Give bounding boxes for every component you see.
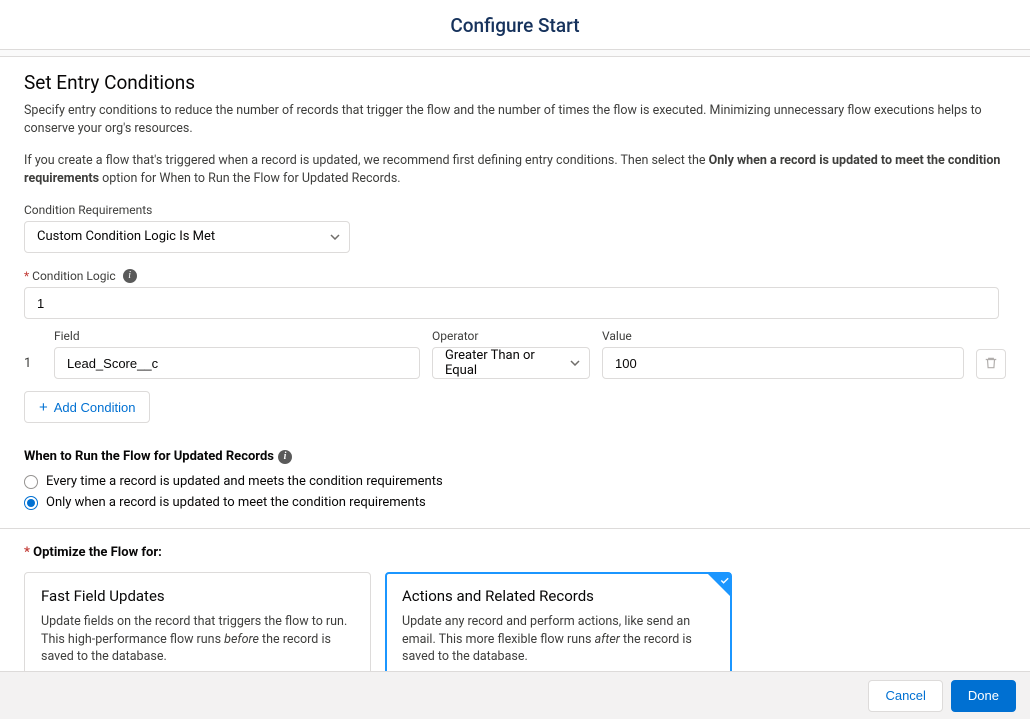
delete-condition-button[interactable] [976,349,1006,379]
when-to-run-option-2-label: Only when a record is updated to meet th… [46,495,426,510]
section-description-2: If you create a flow that's triggered wh… [24,152,1006,188]
condition-field-input[interactable] [54,347,420,379]
optimize-label-text: Optimize the Flow for: [33,545,162,560]
when-to-run-option-2-radio[interactable] [24,496,38,510]
section-title: Set Entry Conditions [24,71,1006,94]
value-label: Value [602,329,964,343]
condition-operator-value: Greater Than or Equal [445,348,561,378]
plus-icon: + [39,399,48,416]
optimize-card-actions-related-records[interactable]: Actions and Related Records Update any r… [385,572,732,671]
optimize-card-fast-field-updates[interactable]: Fast Field Updates Update fields on the … [24,572,371,671]
card1-desc: Update fields on the record that trigger… [41,613,354,666]
info-icon[interactable]: i [123,269,137,283]
when-to-run-option-1-radio[interactable] [24,475,38,489]
modal-footer: Cancel Done [0,671,1030,719]
info-icon[interactable]: i [278,450,292,464]
cancel-button[interactable]: Cancel [868,680,942,712]
header-divider [0,49,1030,57]
when-to-run-heading-text: When to Run the Flow for Updated Records [24,449,274,464]
add-condition-label: Add Condition [54,400,136,415]
selected-corner-badge [707,573,731,597]
section-description-1: Specify entry conditions to reduce the n… [24,102,1006,138]
when-to-run-radio-group: Every time a record is updated and meets… [24,474,1006,510]
condition-requirements-label: Condition Requirements [24,203,1006,217]
condition-index: 1 [24,356,42,379]
optimize-label: Optimize the Flow for: [24,545,1006,560]
condition-row-1: 1 Field Operator Greater Than or Equal V… [24,329,1006,379]
modal-title: Configure Start [0,14,1030,37]
check-icon [719,575,730,586]
condition-requirements-value: Custom Condition Logic Is Met [37,229,215,244]
card2-desc: Update any record and perform actions, l… [402,613,715,666]
operator-label: Operator [432,329,590,343]
card2-title: Actions and Related Records [402,587,715,605]
modal-header: Configure Start [0,0,1030,49]
done-button[interactable]: Done [951,680,1016,712]
condition-logic-label: Condition Logic i [24,269,1006,284]
add-condition-button[interactable]: + Add Condition [24,391,150,423]
when-to-run-option-1-label: Every time a record is updated and meets… [46,474,443,489]
condition-logic-input[interactable] [24,287,999,319]
section-divider [0,528,1030,529]
trash-icon [984,356,998,373]
condition-logic-label-text: Condition Logic [32,269,116,283]
card1-title: Fast Field Updates [41,587,354,605]
desc2-pre: If you create a flow that's triggered wh… [24,153,709,168]
optimize-cards: Fast Field Updates Update fields on the … [24,572,1006,671]
condition-requirements-select[interactable]: Custom Condition Logic Is Met [24,221,350,253]
condition-value-input[interactable] [602,347,964,379]
condition-operator-select[interactable]: Greater Than or Equal [432,347,590,379]
field-label: Field [54,329,420,343]
desc2-post: option for When to Run the Flow for Upda… [99,171,401,186]
when-to-run-heading: When to Run the Flow for Updated Records… [24,449,1006,464]
modal-body: Set Entry Conditions Specify entry condi… [0,57,1030,671]
